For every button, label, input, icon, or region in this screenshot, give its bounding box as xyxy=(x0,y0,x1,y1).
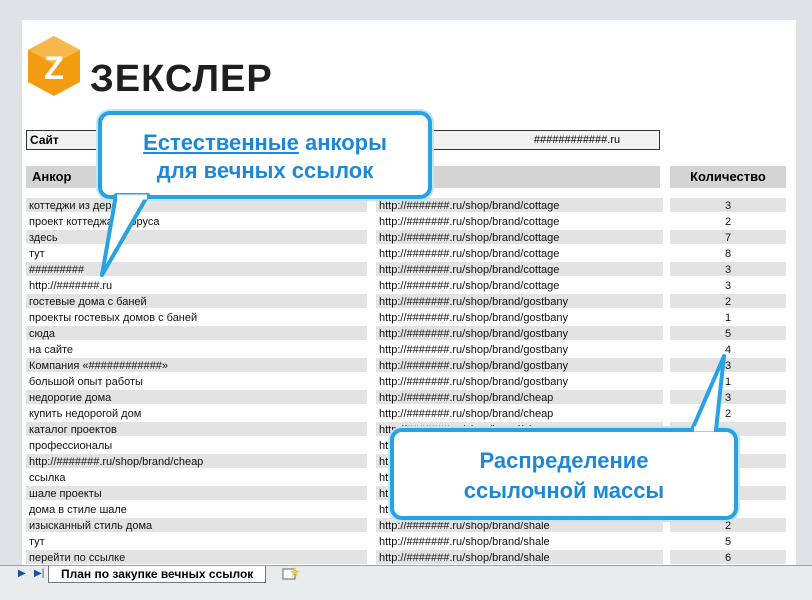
url-cell[interactable]: http://#######.ru/shop/brand/gostbany xyxy=(376,326,663,340)
table-row: сюда http://#######.ru/shop/brand/gostban… xyxy=(22,326,796,342)
brand-name: ЗЕКСЛЕР xyxy=(90,58,273,100)
url-cell[interactable]: http://#######.ru/shop/brand/shale xyxy=(376,534,663,548)
count-cell[interactable]: 3 xyxy=(670,278,786,292)
tab-scroll-last-button[interactable]: ▶| xyxy=(34,568,44,579)
url-cell[interactable]: http://#######.ru/shop/brand/gostbany xyxy=(376,374,663,388)
table-row: перейти по ссылке http://#######.ru/shop/… xyxy=(22,550,796,565)
anchor-cell[interactable]: большой опыт работы xyxy=(26,374,367,388)
anchor-cell[interactable]: http://#######.ru xyxy=(26,278,367,292)
count-cell[interactable]: 2 xyxy=(670,518,786,532)
sheet-tab-bar: ▶ ▶| План по закупке вечных ссылок xyxy=(0,565,812,600)
anchor-cell[interactable]: проект коттеджа из бруса xyxy=(26,214,367,228)
table-row: проекты гостевых домов с баней http://###… xyxy=(22,310,796,326)
url-cell[interactable]: http://#######.ru/shop/brand/gostbany xyxy=(376,342,663,356)
url-cell[interactable]: http://#######.ru/shop/brand/gostbany xyxy=(376,358,663,372)
anchor-cell[interactable]: профессионалы xyxy=(26,438,367,452)
table-row: гостевые дома с баней http://#######.ru/s… xyxy=(22,294,796,310)
anchor-cell[interactable]: на сайте xyxy=(26,342,367,356)
anchor-cell[interactable]: проекты гостевых домов с баней xyxy=(26,310,367,324)
site-label: Сайт xyxy=(26,130,100,150)
callout-natural-anchors: Естественные анкоры для вечных ссылок xyxy=(98,111,432,199)
url-cell[interactable]: http://#######.ru/shop/brand/gostbany xyxy=(376,310,663,324)
svg-text:Z: Z xyxy=(44,50,64,86)
url-cell[interactable]: http://#######.ru/shop/brand/cottage xyxy=(376,230,663,244)
anchor-cell[interactable]: шале проекты xyxy=(26,486,367,500)
count-cell[interactable]: 5 xyxy=(670,534,786,548)
url-cell[interactable]: http://#######.ru/shop/brand/shale xyxy=(376,550,663,564)
url-cell[interactable]: http://#######.ru/shop/brand/shale xyxy=(376,518,663,532)
count-cell[interactable]: 3 xyxy=(670,198,786,212)
url-cell[interactable]: http://#######.ru/shop/brand/cottage xyxy=(376,262,663,276)
logo-hexagon-icon: Z xyxy=(28,36,80,96)
site-value: ############.ru xyxy=(533,134,621,146)
anchor-cell[interactable]: купить недорогой дом xyxy=(26,406,367,420)
table-row: изысканный стиль дома http://#######.ru/s… xyxy=(22,518,796,534)
anchor-cell[interactable]: коттеджи из дерева xyxy=(26,198,367,212)
anchor-cell[interactable]: тут xyxy=(26,246,367,260)
insert-sheet-icon[interactable] xyxy=(282,567,300,581)
tab-scroll-first-button[interactable]: ▶ xyxy=(18,568,26,579)
anchor-cell[interactable]: перейти по ссылке xyxy=(26,550,367,564)
callout-pointer-1 xyxy=(100,193,150,277)
url-cell[interactable]: http://#######.ru/shop/brand/cottage xyxy=(376,198,663,212)
url-cell[interactable]: http://#######.ru/shop/brand/cheap xyxy=(376,406,663,420)
count-cell[interactable]: 2 xyxy=(670,214,786,228)
url-cell[interactable]: http://#######.ru/shop/brand/cottage xyxy=(376,214,663,228)
anchor-cell[interactable]: ссылка xyxy=(26,470,367,484)
anchor-cell[interactable]: Компания «############» xyxy=(26,358,367,372)
callout-underlined-word: Естественные xyxy=(143,130,299,155)
anchor-cell[interactable]: гостевые дома с баней xyxy=(26,294,367,308)
anchor-cell[interactable]: ######### xyxy=(26,262,367,276)
count-cell[interactable]: 3 xyxy=(670,262,786,276)
anchor-cell[interactable]: тут xyxy=(26,534,367,548)
anchor-cell[interactable]: дома в стиле шале xyxy=(26,502,367,516)
anchor-cell[interactable]: каталог проектов xyxy=(26,422,367,436)
count-cell[interactable]: 8 xyxy=(670,246,786,260)
count-cell[interactable]: 2 xyxy=(670,294,786,308)
count-cell[interactable]: 1 xyxy=(670,310,786,324)
url-cell[interactable]: http://#######.ru/shop/brand/gostbany xyxy=(376,294,663,308)
count-cell[interactable]: 7 xyxy=(670,230,786,244)
anchor-cell[interactable]: изысканный стиль дома xyxy=(26,518,367,532)
url-cell[interactable]: http://#######.ru/shop/brand/cheap xyxy=(376,390,663,404)
url-cell[interactable]: http://#######.ru/shop/brand/cottage xyxy=(376,246,663,260)
column-header-count: Количество xyxy=(670,166,786,188)
callout-pointer-2 xyxy=(690,354,726,432)
anchor-cell[interactable]: сюда xyxy=(26,326,367,340)
sheet-tab-active[interactable]: План по закупке вечных ссылок xyxy=(48,566,267,583)
brand-logo: Z ЗЕКСЛЕР xyxy=(26,34,272,110)
anchor-cell[interactable]: здесь xyxy=(26,230,367,244)
url-cell[interactable]: http://#######.ru/shop/brand/cottage xyxy=(376,278,663,292)
count-cell[interactable]: 5 xyxy=(670,326,786,340)
callout-link-distribution: Распределение ссылочной массы xyxy=(390,428,738,520)
table-row: тут http://#######.ru/shop/brand/shale 5 xyxy=(22,534,796,550)
anchor-cell[interactable]: недорогие дома xyxy=(26,390,367,404)
count-cell[interactable]: 6 xyxy=(670,550,786,564)
anchor-cell[interactable]: http://#######.ru/shop/brand/cheap xyxy=(26,454,367,468)
